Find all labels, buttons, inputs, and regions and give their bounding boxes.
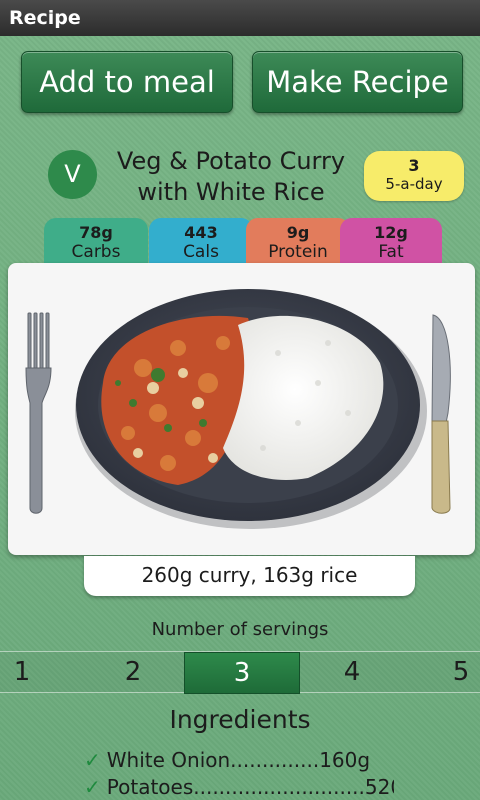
five-a-day-badge: 3 5-a-day xyxy=(364,151,464,201)
servings-label: Number of servings xyxy=(151,619,329,640)
protein-tab: 9g Protein xyxy=(246,218,350,266)
five-a-day-value: 3 xyxy=(408,156,420,175)
app-titlebar: Recipe xyxy=(0,0,480,36)
ingredients-heading: Ingredients xyxy=(169,705,311,734)
carbs-value: 78g xyxy=(79,223,113,242)
ingredient-name: White Onion xyxy=(106,748,231,772)
carbs-tab: 78g Carbs xyxy=(44,218,148,266)
serving-option-2[interactable]: 2 xyxy=(75,652,191,694)
meal-plate-illustration xyxy=(25,289,451,529)
protein-label: Protein xyxy=(268,242,328,262)
make-recipe-button[interactable]: Make Recipe xyxy=(252,51,463,113)
ingredient-leader: ........................... xyxy=(193,775,365,799)
fat-value: 12g xyxy=(374,223,408,242)
recipe-title-line1: Veg & Potato Curry xyxy=(116,147,346,175)
ingredient-item: ✓Potatoes...........................520g xyxy=(84,775,394,800)
serving-option-5[interactable]: 5 xyxy=(403,652,480,694)
five-a-day-label: 5-a-day xyxy=(385,175,443,193)
calories-label: Cals xyxy=(183,242,219,262)
app-title: Recipe xyxy=(9,7,81,29)
ingredient-amount: 520g xyxy=(364,775,394,799)
calories-value: 443 xyxy=(184,223,218,242)
carbs-label: Carbs xyxy=(71,242,121,262)
recipe-title: Veg & Potato Curry with White Rice xyxy=(100,146,362,208)
ingredient-item: ✓ White Onion..............160g xyxy=(84,748,394,774)
serving-option-3[interactable]: 3 xyxy=(184,652,300,694)
check-icon: ✓ xyxy=(84,775,101,799)
ingredient-amount: 160g xyxy=(319,748,371,772)
recipe-title-line2: with White Rice xyxy=(137,178,325,206)
portion-caption: 260g curry, 163g rice xyxy=(84,556,415,596)
add-to-meal-button[interactable]: Add to meal xyxy=(21,51,233,113)
fat-tab: 12g Fat xyxy=(340,218,442,266)
serving-option-4[interactable]: 4 xyxy=(294,652,410,694)
meal-photo xyxy=(8,263,475,555)
fat-label: Fat xyxy=(378,242,404,262)
servings-selector[interactable]: 1 2 3 4 5 xyxy=(0,651,480,694)
protein-value: 9g xyxy=(286,223,310,242)
ingredient-leader: .............. xyxy=(230,748,320,772)
serving-option-1[interactable]: 1 xyxy=(0,652,80,694)
calories-tab: 443 Cals xyxy=(149,218,253,266)
check-icon: ✓ xyxy=(84,748,101,772)
ingredient-name: Potatoes xyxy=(106,775,194,799)
vegetarian-badge: V xyxy=(48,150,97,199)
